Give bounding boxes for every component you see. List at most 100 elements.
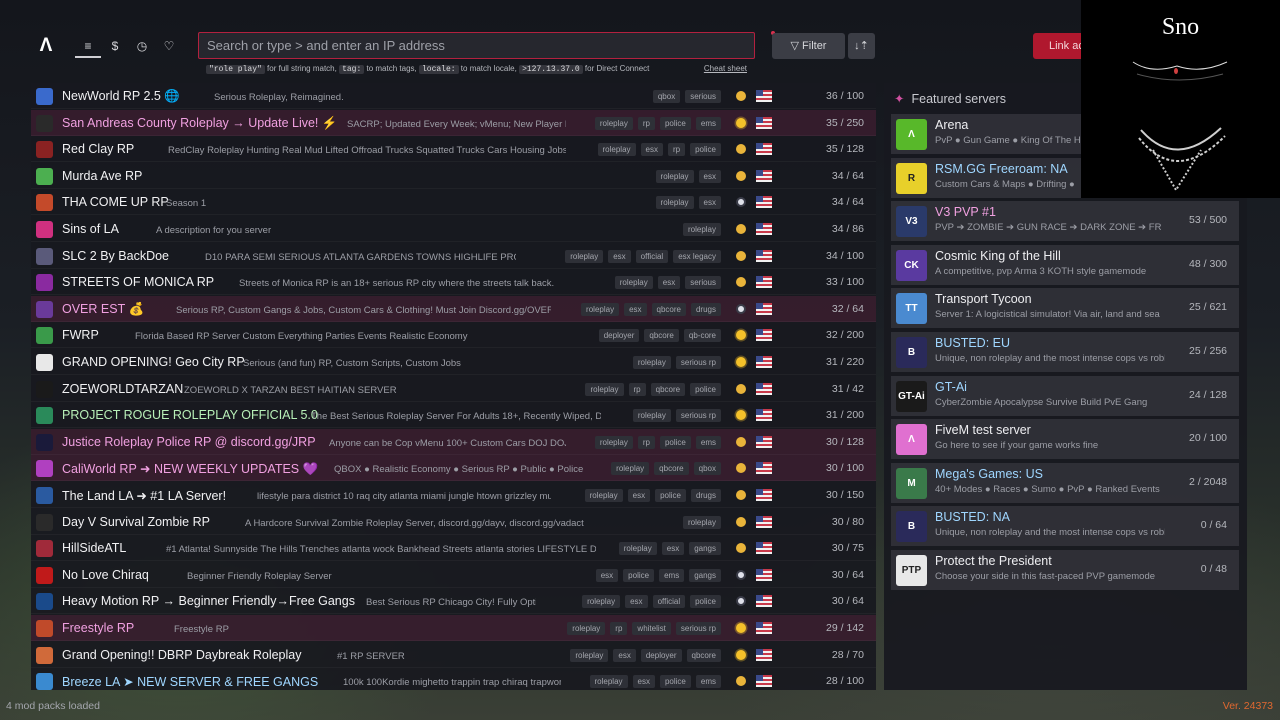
cheat-sheet-link[interactable]: Cheat sheet	[704, 64, 747, 73]
server-tag[interactable]: police	[655, 489, 686, 502]
server-row[interactable]: NewWorld RP 2.5 🌐 Serious Roleplay, Reima…	[31, 83, 876, 109]
server-tag[interactable]: roleplay	[594, 435, 633, 449]
server-row[interactable]: STREETS OF MONICA RP Streets of Monica RP…	[31, 269, 876, 296]
server-row[interactable]: OVER EST 💰 Serious RP, Custom Gangs & Job…	[31, 295, 876, 322]
server-tag[interactable]: deployer	[598, 329, 640, 343]
server-tag[interactable]: esx	[627, 489, 651, 502]
server-tag[interactable]: roleplay	[597, 143, 636, 157]
server-tag[interactable]: rp	[637, 116, 655, 130]
server-row[interactable]: Murda Ave RP roleplay esx 34 / 64	[31, 163, 876, 189]
server-row[interactable]: Justice Roleplay Police RP @ discord.gg/…	[31, 428, 876, 455]
server-tag[interactable]: qbcore	[644, 329, 679, 343]
server-tag[interactable]: roleplay	[655, 196, 694, 210]
server-tag[interactable]: esx	[661, 542, 685, 556]
server-tag[interactable]: serious	[685, 90, 721, 103]
featured-server-card[interactable]: M Mega's Games: US 40+ Modes ● Races ● Sum…	[891, 462, 1239, 503]
server-tag[interactable]: esx	[608, 249, 631, 263]
server-row[interactable]: ZOEWORLDTARZAN ZOEWORLD X TARZAN BEST HAI…	[31, 376, 876, 402]
server-tag[interactable]: serious rp	[675, 356, 721, 369]
server-row[interactable]: THA COME UP RP Season 1 roleplay esx 34 / 64	[31, 189, 876, 216]
fivem-logo-icon[interactable]: Λ	[36, 36, 56, 56]
server-tag[interactable]: esx	[632, 675, 655, 689]
server-tag[interactable]: esx	[698, 169, 721, 183]
nav-history[interactable]: ◷	[129, 36, 155, 58]
server-row[interactable]: SLC 2 By BackDoe D10 PARA SEMI SERIOUS AT…	[31, 243, 876, 269]
server-tag[interactable]: qbox	[693, 462, 721, 476]
server-row[interactable]: GRAND OPENING! Geo City RP Serious (and f…	[31, 349, 876, 375]
server-tag[interactable]: serious rp	[675, 622, 721, 635]
server-tag[interactable]: drugs	[690, 302, 721, 316]
server-tag[interactable]: esx legacy	[673, 249, 721, 263]
server-tag[interactable]: rp	[610, 622, 628, 635]
server-row[interactable]: Heavy Motion RP → Beginner Friendly→Free…	[31, 588, 876, 615]
server-tag[interactable]: esx	[624, 302, 647, 316]
server-tag[interactable]: roleplay	[632, 409, 671, 423]
server-tag[interactable]: ems	[695, 435, 721, 449]
server-tag[interactable]: esx	[595, 568, 619, 582]
nav-all-servers[interactable]: ≡	[75, 36, 101, 58]
server-tag[interactable]: roleplay	[582, 595, 621, 609]
server-tag[interactable]: rp	[667, 143, 686, 157]
server-tag[interactable]: ems	[695, 675, 721, 689]
server-tag[interactable]: roleplay	[655, 169, 694, 183]
server-tag[interactable]: drugs	[690, 489, 721, 502]
server-tag[interactable]: official	[652, 595, 686, 609]
featured-server-card[interactable]: GT-Ai GT-Ai CyberZombie Apocalypse Survive…	[891, 375, 1239, 416]
server-tag[interactable]: roleplay	[632, 356, 671, 369]
nav-supporters[interactable]: $	[102, 36, 128, 58]
server-tag[interactable]: ems	[659, 568, 685, 582]
server-tag[interactable]: police	[690, 382, 721, 396]
server-row[interactable]: The Land LA ➜ #1 LA Server! lifestyle par…	[31, 482, 876, 508]
server-tag[interactable]: gangs	[689, 568, 721, 582]
server-row[interactable]: FWRP Florida Based RP Server Custom Every…	[31, 322, 876, 349]
server-row[interactable]: PROJECT ROGUE ROLEPLAY OFFICIAL 5.0 The B…	[31, 402, 876, 429]
server-tag[interactable]: esx	[613, 648, 636, 662]
server-tag[interactable]: police	[659, 435, 691, 449]
server-row[interactable]: Red Clay RP RedClay Roleplay Hunting Real…	[31, 136, 876, 163]
server-tag[interactable]: deployer	[640, 648, 682, 662]
server-row[interactable]: HillSideATL #1 Atlanta! Sunnyside The Hil…	[31, 535, 876, 562]
server-tag[interactable]: roleplay	[614, 276, 653, 290]
server-tag[interactable]: roleplay	[682, 223, 721, 236]
server-row[interactable]: Day V Survival Zombie RP A Hardcore Survi…	[31, 509, 876, 535]
featured-server-card[interactable]: CK Cosmic King of the Hill A competitive, …	[891, 244, 1239, 285]
server-row[interactable]: Freestyle RP Freestyle RP roleplay rp whitel…	[31, 615, 876, 641]
server-tag[interactable]: roleplay	[567, 622, 606, 635]
featured-server-card[interactable]: TT Transport Tycoon Server 1: A logicistic…	[891, 288, 1239, 329]
server-tag[interactable]: whitelist	[632, 622, 671, 635]
server-tag[interactable]: qbcore	[651, 302, 686, 316]
server-tag[interactable]: qbox	[652, 90, 681, 103]
server-tag[interactable]: roleplay	[581, 302, 620, 316]
server-tag[interactable]: roleplay	[565, 249, 604, 263]
featured-server-card[interactable]: B BUSTED: EU Unique, non roleplay and the …	[891, 332, 1239, 372]
server-row[interactable]: Breeze LA ➤ NEW SERVER & FREE GANGS 100k …	[31, 668, 876, 690]
server-tag[interactable]: serious rp	[675, 409, 721, 423]
server-tag[interactable]: esx	[640, 143, 663, 157]
server-tag[interactable]: roleplay	[570, 648, 609, 662]
server-tag[interactable]: police	[659, 116, 691, 130]
filter-button[interactable]: ▽ Filter	[772, 33, 845, 59]
server-tag[interactable]: rp	[637, 435, 655, 449]
server-tag[interactable]: esx	[698, 196, 721, 210]
server-tag[interactable]: roleplay	[585, 382, 624, 396]
featured-server-card[interactable]: V3 V3 PVP #1 PVP ➔ ZOMBIE ➔ GUN RACE ➔ DAR…	[891, 201, 1239, 242]
server-tag[interactable]: esx	[657, 276, 681, 290]
server-tag[interactable]: police	[623, 568, 655, 582]
featured-server-card[interactable]: B BUSTED: NA Unique, non roleplay and the …	[891, 506, 1239, 547]
server-row[interactable]: San Andreas County Roleplay → Update Liv…	[31, 109, 876, 136]
server-tag[interactable]: roleplay	[594, 116, 633, 130]
server-tag[interactable]: police	[659, 675, 691, 689]
sort-button[interactable]: ↓⇡	[848, 33, 875, 59]
server-tag[interactable]: qbcore	[654, 462, 689, 476]
server-row[interactable]: No Love Chiraq Beginner Friendly Roleplay…	[31, 562, 876, 588]
server-tag[interactable]: gangs	[689, 542, 721, 556]
server-tag[interactable]: ems	[695, 116, 721, 130]
server-tag[interactable]: qb-core	[683, 329, 721, 343]
server-tag[interactable]: roleplay	[589, 675, 628, 689]
server-tag[interactable]: roleplay	[584, 489, 623, 502]
nav-favorites[interactable]: ♡	[156, 36, 182, 58]
server-tag[interactable]: police	[690, 143, 721, 157]
server-tag[interactable]: qbcore	[650, 382, 686, 396]
server-tag[interactable]: roleplay	[618, 542, 657, 556]
featured-server-card[interactable]: PTP Protect the President Choose your side…	[891, 550, 1239, 590]
